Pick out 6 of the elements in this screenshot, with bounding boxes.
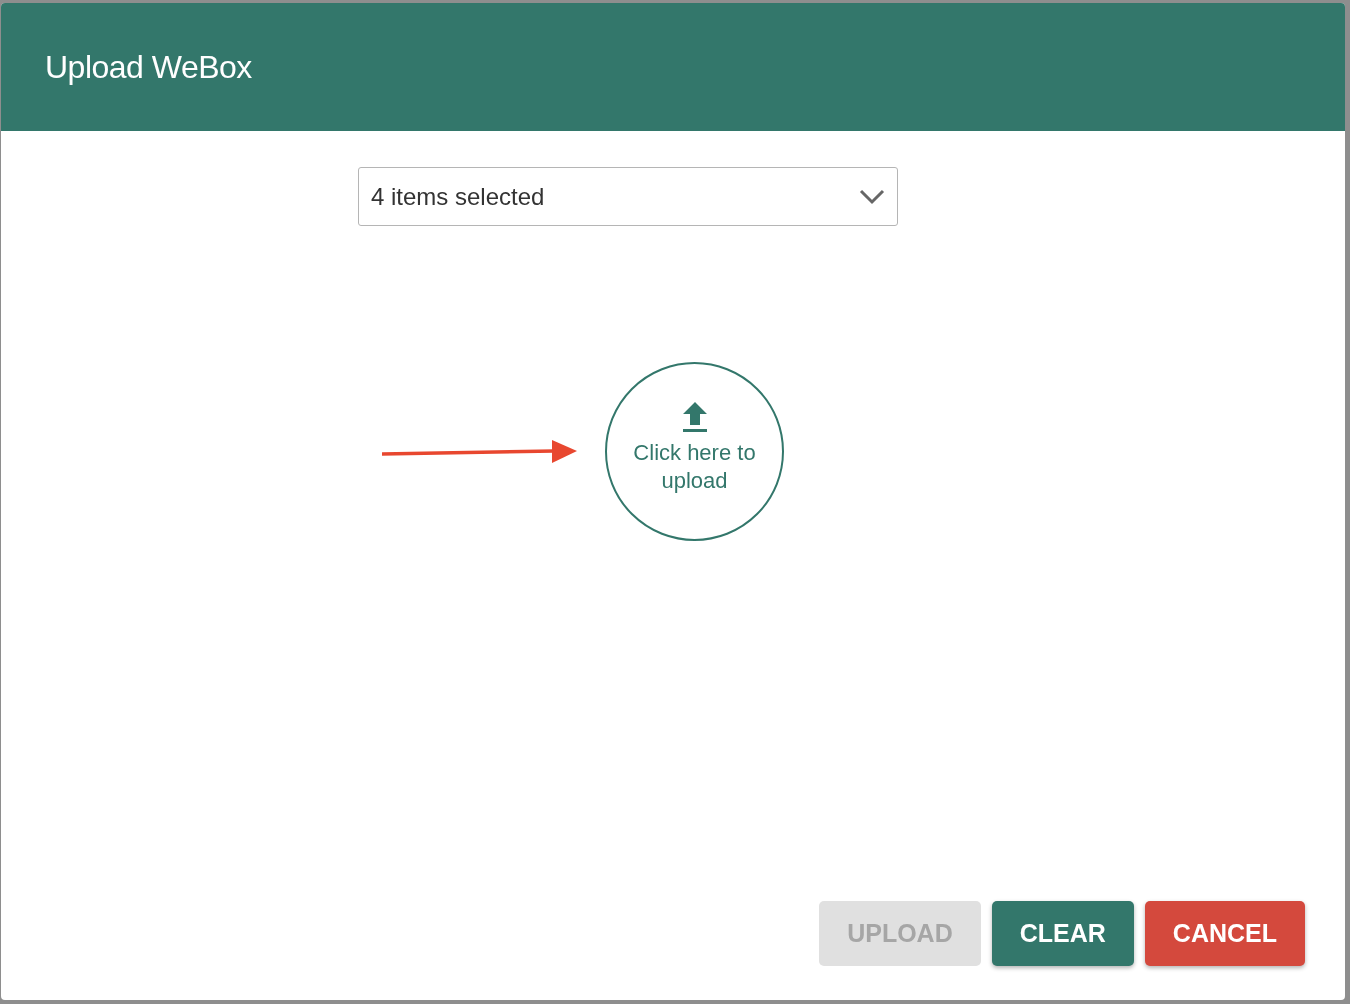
upload-icon (681, 400, 708, 433)
dialog-title: Upload WeBox (45, 48, 252, 87)
dropdown[interactable]: 4 items selected (358, 167, 898, 226)
chevron-down-icon (859, 188, 885, 205)
cancel-button[interactable]: CANCEL (1144, 901, 1305, 966)
clear-button[interactable]: CLEAR (991, 901, 1134, 966)
